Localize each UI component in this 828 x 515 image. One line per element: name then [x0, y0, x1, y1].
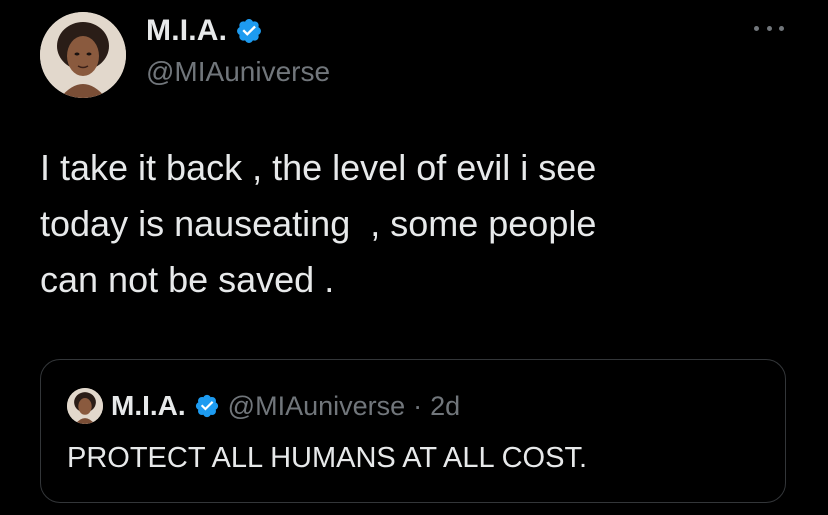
- quote-separator: ·: [413, 390, 423, 421]
- quote-timestamp[interactable]: 2d: [430, 391, 460, 422]
- author-handle[interactable]: @MIAuniverse: [146, 56, 330, 88]
- quote-author-display-name: M.I.A.: [111, 390, 186, 421]
- quote-author-avatar: [67, 388, 103, 424]
- quote-verified-badge-icon: [194, 393, 220, 419]
- quote-tweet-header: M.I.A. @MIAuniverse · 2d: [67, 388, 460, 424]
- quote-tweet-text: PROTECT ALL HUMANS AT ALL COST.: [67, 442, 588, 474]
- tweet: M.I.A. @MIAuniverse I take it back , the…: [0, 0, 828, 515]
- quote-tweet-card[interactable]: M.I.A. @MIAuniverse · 2d PROTECT ALL HUM…: [40, 359, 786, 503]
- author-display-name[interactable]: M.I.A.: [146, 14, 227, 48]
- author-name-row[interactable]: M.I.A.: [146, 14, 263, 48]
- more-options-icon[interactable]: [754, 18, 784, 38]
- quote-author-handle: @MIAuniverse: [227, 390, 406, 421]
- tweet-text: I take it back , the level of evil i see…: [40, 147, 597, 300]
- verified-badge-icon: [235, 17, 263, 45]
- author-avatar[interactable]: [40, 12, 126, 98]
- avatar-image: [40, 12, 126, 98]
